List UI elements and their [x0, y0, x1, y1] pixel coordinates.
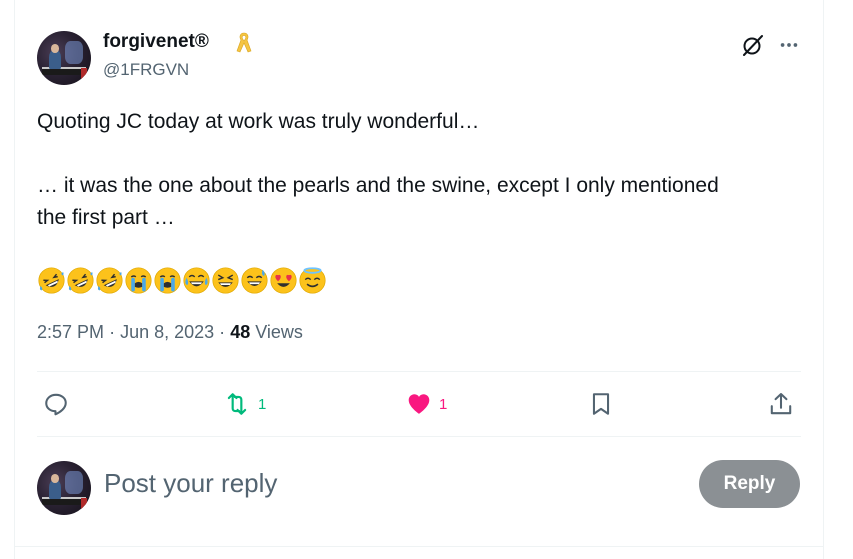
tweet-line: the first part … — [37, 206, 175, 229]
retweet-count: 1 — [258, 395, 267, 413]
reply-icon — [45, 393, 67, 416]
like-button[interactable]: 1 — [405, 390, 447, 418]
grok-icon — [743, 35, 763, 56]
tweet-time[interactable]: 2:57 PM — [37, 322, 104, 342]
like-count: 1 — [439, 395, 448, 413]
avatar-accent — [81, 67, 87, 80]
author-display-name[interactable]: forgivenet® — [103, 31, 209, 53]
meta-separator: · — [109, 322, 116, 342]
reply-action-button[interactable] — [43, 390, 69, 418]
avatar-figure — [48, 50, 61, 69]
halo-emoji — [298, 266, 327, 295]
sweat-smile-emoji — [240, 266, 269, 295]
emoji-row — [37, 266, 327, 295]
avatar-figure — [48, 480, 61, 499]
bookmark-button[interactable] — [588, 390, 614, 418]
current-user-avatar[interactable] — [37, 461, 91, 515]
avatar-light — [65, 40, 84, 65]
tweet-text: Quoting JC today at work was truly wonde… — [37, 106, 817, 234]
tweet-line: … it was the one about the pearls and th… — [37, 174, 719, 197]
reply-input[interactable] — [104, 468, 664, 499]
tweet-date[interactable]: Jun 8, 2023 — [120, 322, 214, 342]
rofl-emoji — [37, 266, 66, 295]
rofl-emoji — [66, 266, 95, 295]
yellow-ribbon-icon — [234, 31, 254, 55]
retweet-icon — [227, 393, 247, 415]
crying-emoji — [124, 266, 153, 295]
views-count: 48 — [230, 322, 251, 342]
author-handle[interactable]: @1FRGVN — [103, 60, 189, 80]
retweet-button[interactable]: 1 — [222, 390, 266, 418]
bottom-border — [14, 546, 824, 547]
tweet-meta: 2:57 PM · Jun 8, 2023 · 48 Views — [37, 322, 303, 343]
rofl-emoji — [95, 266, 124, 295]
left-border — [14, 0, 15, 559]
heart-eyes-emoji — [269, 266, 298, 295]
grok-button[interactable] — [740, 32, 766, 58]
tweet-line: Quoting JC today at work was truly wonde… — [37, 110, 480, 133]
laughing-emoji — [211, 266, 240, 295]
reply-submit-button[interactable]: Reply — [699, 460, 800, 508]
meta-separator: · — [219, 322, 226, 342]
avatar-head — [51, 43, 59, 53]
share-button[interactable] — [768, 390, 794, 418]
avatar-head — [51, 473, 59, 483]
right-border — [823, 0, 824, 559]
author-avatar[interactable] — [37, 31, 91, 85]
share-icon — [770, 393, 792, 415]
more-button[interactable] — [776, 32, 802, 58]
bookmark-icon — [592, 393, 610, 415]
avatar-accent — [81, 497, 87, 510]
heart-icon — [408, 394, 430, 414]
avatar-light — [65, 470, 84, 495]
divider — [37, 371, 801, 372]
views-label: Views — [255, 322, 303, 342]
more-icon — [780, 43, 798, 47]
crying-emoji — [153, 266, 182, 295]
divider — [37, 436, 801, 437]
tears-of-joy-emoji — [182, 266, 211, 295]
